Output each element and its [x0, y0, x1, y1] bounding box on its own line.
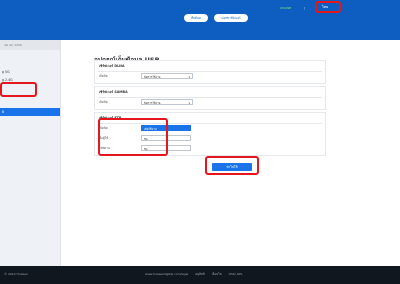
dlna-value: ปิดการใช้งาน: [144, 75, 161, 79]
footer-link-site[interactable]: www.huaweidigital.com/wgw: [145, 272, 188, 276]
highlight-ftp-fields: [98, 118, 168, 156]
footer-link-terms[interactable]: เงื่อนไข: [212, 272, 222, 276]
nav-button-2[interactable]: แอสชาร์มิเมอร์: [214, 14, 248, 22]
dlna-select[interactable]: ปิดการใช้งาน ▾: [141, 73, 193, 79]
divider: [98, 97, 322, 98]
sidebar-item-5g[interactable]: g 5G: [0, 68, 60, 76]
divider: [98, 71, 322, 72]
top-navigation-bar: ONLINE | ไทย สืบค้นห แอสชาร์มิเมอร์: [0, 0, 400, 40]
separator: |: [304, 6, 306, 10]
samba-label: เปิดปิด: [99, 100, 108, 104]
chevron-down-icon: ▾: [188, 101, 190, 105]
device-name: 4G AC 1200: [0, 40, 60, 50]
footer-link-privacy[interactable]: อนุสิทธิ: [195, 272, 205, 276]
dlna-section: เซิร์ฟเวอร์ DLNA เปิดปิด ปิดการใช้งาน ▾: [94, 60, 326, 84]
footer-links: www.huaweidigital.com/wgw อนุสิทธิ เงื่อ…: [145, 272, 249, 277]
samba-title: เซิร์ฟเวอร์ SAMBA: [99, 90, 128, 94]
samba-section: เซิร์ฟเวอร์ SAMBA เปิดปิด ปิดการใช้งาน ▾: [94, 86, 326, 110]
highlight-apply: [205, 156, 259, 175]
nav-button-1[interactable]: สืบค้นห: [184, 14, 208, 22]
footer-link-oss[interactable]: OSS/ GPL: [229, 272, 243, 276]
sidebar-item-usb[interactable]: B: [0, 108, 60, 116]
copyright: © 2019 Huawei: [4, 272, 28, 276]
dlna-label: เปิดปิด: [99, 74, 108, 78]
sidebar: 4G AC 1200 g 5G g 2.4G B: [0, 40, 61, 266]
chevron-down-icon: ▾: [188, 75, 190, 79]
connection-status: ONLINE: [280, 6, 292, 10]
footer: © 2019 Huawei www.huaweidigital.com/wgw …: [0, 266, 400, 284]
samba-select[interactable]: ปิดการใช้งาน ▾: [141, 99, 193, 105]
highlight-language: [315, 1, 341, 13]
dlna-title: เซิร์ฟเวอร์ DLNA: [99, 64, 125, 68]
samba-value: ปิดการใช้งาน: [144, 101, 161, 105]
highlight-sidebar: [0, 82, 37, 97]
